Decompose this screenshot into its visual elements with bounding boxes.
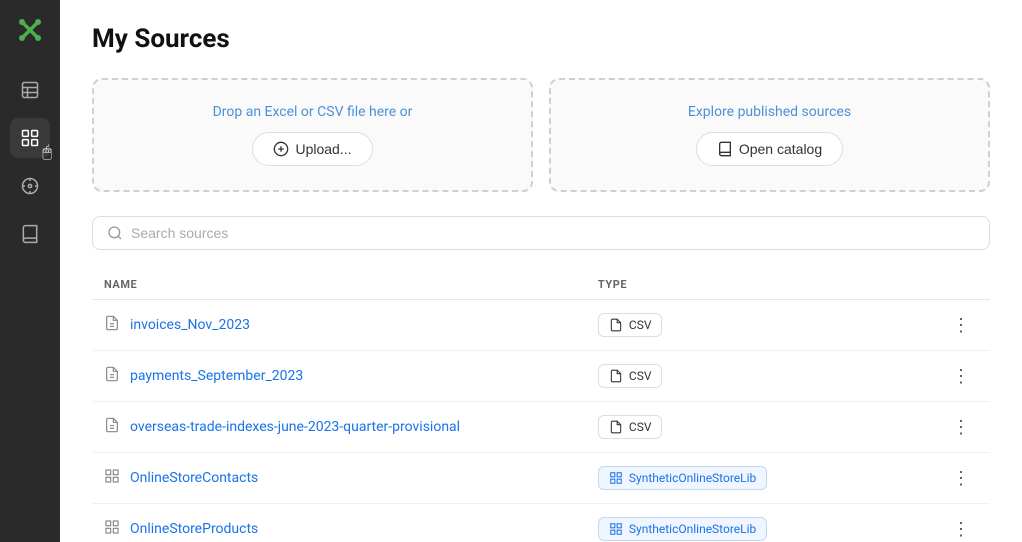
sidebar: 🖱 xyxy=(0,0,60,542)
col-header-name: NAME xyxy=(92,270,586,300)
catalog-button-label: Open catalog xyxy=(739,141,822,157)
table-icon xyxy=(20,80,40,100)
source-name-cell[interactable]: OnlineStoreProducts xyxy=(104,519,574,539)
book-icon xyxy=(20,224,40,244)
file-icon xyxy=(104,366,120,386)
table-row: payments_September_2023 CSV ⋮ xyxy=(92,351,990,402)
type-badge: SyntheticOnlineStoreLib xyxy=(598,466,767,490)
table-row: OnlineStoreProducts SyntheticOnlineStore… xyxy=(92,504,990,542)
catalog-card: Explore published sources Open catalog xyxy=(549,78,990,192)
file-icon xyxy=(104,417,120,437)
upload-section: Drop an Excel or CSV file here or Upload… xyxy=(92,78,990,192)
source-name: payments_September_2023 xyxy=(130,368,303,384)
source-name: OnlineStoreProducts xyxy=(130,521,258,537)
upload-button[interactable]: Upload... xyxy=(252,132,372,166)
more-actions-button[interactable]: ⋮ xyxy=(944,312,978,338)
more-actions-button[interactable]: ⋮ xyxy=(944,414,978,440)
open-catalog-button[interactable]: Open catalog xyxy=(696,132,843,166)
sidebar-item-explore[interactable] xyxy=(10,166,50,206)
source-name: overseas-trade-indexes-june-2023-quarter… xyxy=(130,419,460,435)
more-actions-button[interactable]: ⋮ xyxy=(944,363,978,389)
upload-csv-card: Drop an Excel or CSV file here or Upload… xyxy=(92,78,533,192)
main-content: My Sources Drop an Excel or CSV file her… xyxy=(60,0,1022,542)
type-badge: CSV xyxy=(598,313,663,337)
upload-button-label: Upload... xyxy=(295,141,351,157)
sidebar-item-sources[interactable]: 🖱 xyxy=(10,118,50,158)
source-name-cell[interactable]: payments_September_2023 xyxy=(104,366,574,386)
catalog-text: Explore published sources xyxy=(688,104,851,120)
sources-icon xyxy=(20,128,40,148)
source-name: invoices_Nov_2023 xyxy=(130,317,250,333)
app-logo xyxy=(12,12,48,52)
grid-icon xyxy=(104,519,120,539)
table-row: OnlineStoreContacts SyntheticOnlineStore… xyxy=(92,453,990,504)
col-header-actions xyxy=(900,270,990,300)
more-actions-button[interactable]: ⋮ xyxy=(944,516,978,542)
source-name-cell[interactable]: OnlineStoreContacts xyxy=(104,468,574,488)
search-input[interactable] xyxy=(131,225,975,241)
cursor-hint: 🖱 xyxy=(42,142,52,162)
more-actions-button[interactable]: ⋮ xyxy=(944,465,978,491)
upload-icon xyxy=(273,141,289,157)
upload-drop-text: Drop an Excel or CSV file here or xyxy=(213,104,413,120)
sidebar-item-catalog[interactable] xyxy=(10,214,50,254)
search-icon xyxy=(107,225,123,241)
source-name-cell[interactable]: invoices_Nov_2023 xyxy=(104,315,574,335)
search-bar xyxy=(92,216,990,250)
file-icon xyxy=(104,315,120,335)
grid-icon xyxy=(104,468,120,488)
col-header-type: TYPE xyxy=(586,270,900,300)
sources-table: NAME TYPE invoices_Nov_2023 CSV ⋮ payment… xyxy=(92,270,990,542)
source-name-cell[interactable]: overseas-trade-indexes-june-2023-quarter… xyxy=(104,417,574,437)
catalog-icon xyxy=(717,141,733,157)
sidebar-item-table[interactable] xyxy=(10,70,50,110)
table-row: overseas-trade-indexes-june-2023-quarter… xyxy=(92,402,990,453)
type-badge: CSV xyxy=(598,415,663,439)
page-title: My Sources xyxy=(92,24,990,54)
compass-icon xyxy=(20,176,40,196)
table-row: invoices_Nov_2023 CSV ⋮ xyxy=(92,300,990,351)
source-name: OnlineStoreContacts xyxy=(130,470,258,486)
type-badge: SyntheticOnlineStoreLib xyxy=(598,517,767,541)
type-badge: CSV xyxy=(598,364,663,388)
